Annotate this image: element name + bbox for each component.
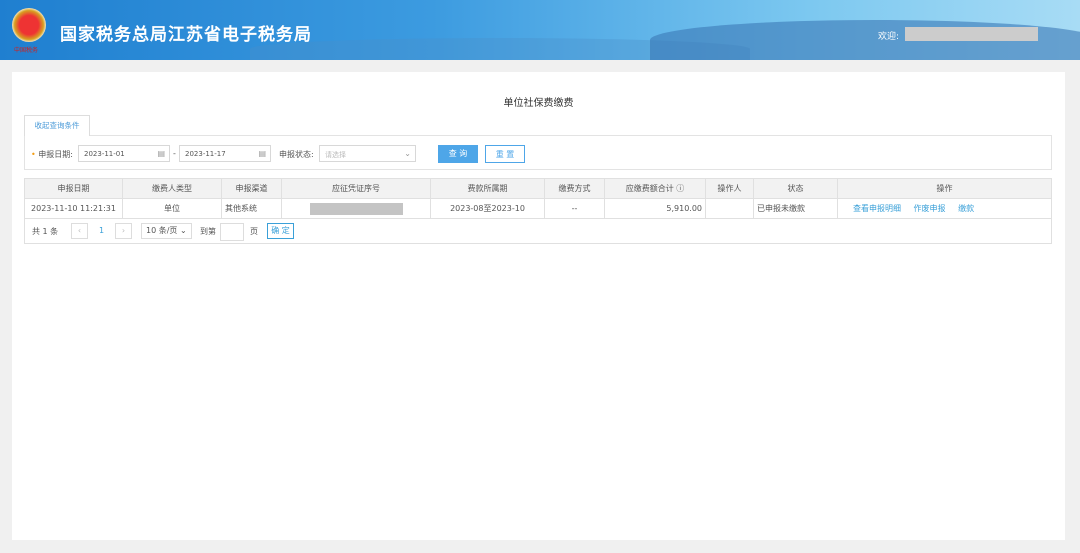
page-unit-label: 页	[250, 227, 258, 236]
chevron-down-icon: ⌄	[404, 149, 411, 158]
tax-emblem-logo	[12, 8, 46, 42]
site-header: 中国税务 国家税务总局江苏省电子税务局 欢迎:	[0, 0, 1080, 60]
void-declaration-link[interactable]: 作废申报	[914, 204, 946, 213]
col-header: 费款所属期	[430, 178, 545, 199]
page-title: 单位社保费缴费	[503, 98, 574, 109]
col-header: 申报渠道	[221, 178, 282, 199]
user-name-redacted	[905, 27, 1038, 41]
pagination: 共 1 条 ‹ 1 › 10 条/页 ⌄ 到第 页 确 定	[24, 218, 1052, 244]
results-table: 申报日期 缴费人类型 申报渠道 应征凭证序号 费款所属期 缴费方式 应缴费额合计…	[24, 178, 1052, 219]
col-header: 应征凭证序号	[281, 178, 431, 199]
status-label: 申报状态:	[279, 150, 314, 159]
voucher-redacted	[309, 202, 403, 215]
calendar-icon: ▤	[157, 149, 165, 158]
goto-label: 到第	[200, 227, 216, 236]
cell-amount: 5,910.00	[604, 198, 706, 219]
date-label: • 申报日期:	[31, 150, 73, 159]
date-separator: -	[173, 149, 176, 158]
main-card: 单位社保费缴费 收起查询条件 • 申报日期: 2023-11-01 ▤ - 202…	[12, 72, 1065, 540]
col-header: 申报日期	[24, 178, 123, 199]
goto-confirm-button[interactable]: 确 定	[267, 223, 294, 239]
start-date-input[interactable]: 2023-11-01 ▤	[78, 145, 170, 162]
prev-page-button[interactable]: ‹	[71, 223, 88, 239]
reset-button[interactable]: 重 置	[485, 145, 525, 163]
col-header: 缴费方式	[544, 178, 605, 199]
help-icon[interactable]: ⓘ	[676, 184, 684, 193]
pay-link[interactable]: 缴款	[958, 204, 974, 213]
cell-date: 2023-11-10 11:21:31	[24, 198, 123, 219]
view-details-link[interactable]: 查看申报明细	[853, 204, 901, 213]
cell-type: 单位	[122, 198, 222, 219]
status-select[interactable]: 请选择 ⌄	[319, 145, 416, 162]
table-header-row: 申报日期 缴费人类型 申报渠道 应征凭证序号 费款所属期 缴费方式 应缴费额合计…	[24, 178, 1052, 199]
cell-actions: 查看申报明细 作废申报 缴款	[837, 198, 1052, 219]
goto-page-input[interactable]	[220, 223, 244, 241]
table-row: 2023-11-10 11:21:31 单位 其他系统 2023-08至2023…	[24, 198, 1052, 219]
col-header: 缴费人类型	[122, 178, 222, 199]
page-number-1[interactable]: 1	[99, 226, 104, 235]
col-header: 状态	[753, 178, 838, 199]
page-size-select[interactable]: 10 条/页 ⌄	[141, 223, 192, 239]
cell-period: 2023-08至2023-10	[430, 198, 545, 219]
col-header: 操作	[837, 178, 1052, 199]
cell-channel: 其他系统	[221, 198, 282, 219]
end-date-input[interactable]: 2023-11-17 ▤	[179, 145, 271, 162]
total-count: 共 1 条	[32, 227, 59, 236]
col-header: 操作人	[705, 178, 754, 199]
query-form: • 申报日期: 2023-11-01 ▤ - 2023-11-17 ▤ 申报状态: …	[24, 135, 1052, 170]
calendar-icon: ▤	[258, 149, 266, 158]
col-header: 应缴费额合计 ⓘ	[604, 178, 706, 199]
cell-operator	[705, 198, 754, 219]
search-button[interactable]: 查 询	[438, 145, 478, 163]
tab-collapse-query[interactable]: 收起查询条件	[24, 115, 90, 136]
seal-text: 中国税务	[14, 47, 39, 54]
welcome-text: 欢迎:	[878, 32, 900, 42]
cell-voucher	[281, 198, 431, 219]
next-page-button[interactable]: ›	[115, 223, 132, 239]
cell-status: 已申报未缴款	[753, 198, 838, 219]
cell-method: --	[544, 198, 605, 219]
site-title: 国家税务总局江苏省电子税务局	[60, 25, 312, 45]
